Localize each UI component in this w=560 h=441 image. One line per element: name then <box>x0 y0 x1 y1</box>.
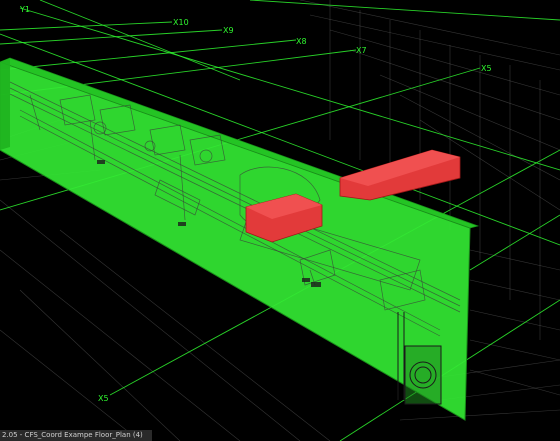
grid-line-diag-d <box>469 214 560 271</box>
grid-label-x10: X10 <box>173 18 189 27</box>
grid-line-x9 <box>0 29 223 45</box>
clash-duct[interactable] <box>339 149 461 201</box>
grid-label-x9: X9 <box>223 26 234 35</box>
grid-label-x8: X8 <box>296 37 307 46</box>
grid-label-x7: X7 <box>356 46 367 55</box>
view-name-label: 2.05 - CFS_Coord Exampe Floor_Plan (4) <box>0 430 152 441</box>
grid-label-x5-top: X5 <box>481 64 492 73</box>
grid-label-y1: Y1 <box>19 5 30 14</box>
grid-line-x10 <box>0 21 173 31</box>
grid-line-diag-e <box>249 0 560 21</box>
3d-model-viewport[interactable]: Y1 X10 X9 X8 X7 X5 X5 2.05 - CFS_Coord E… <box>0 0 560 441</box>
grid-line-x8 <box>0 39 297 71</box>
model-scene[interactable]: Y1 X10 X9 X8 X7 X5 X5 <box>0 0 560 441</box>
grid-label-x5-bottom: X5 <box>98 394 109 403</box>
